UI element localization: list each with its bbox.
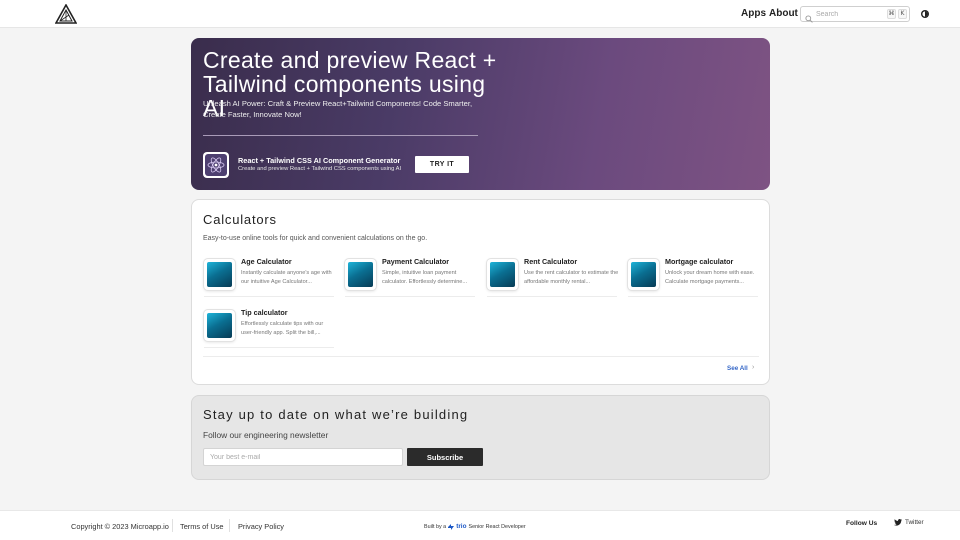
twitter-link[interactable]: Twitter	[894, 519, 924, 526]
built-by-credit[interactable]: Built by a trio Senior React Developer	[424, 523, 526, 530]
generator-title[interactable]: React + Tailwind CSS AI Component Genera…	[238, 156, 400, 165]
search-box[interactable]: ⌘ K	[800, 6, 910, 23]
calculator-app-icon	[487, 259, 518, 290]
section-divider	[203, 356, 759, 357]
tool-description: Simple, intuitive loan payment calculato…	[382, 270, 468, 285]
moon-icon	[921, 10, 929, 18]
tool-card-mortgage-calculator[interactable]: Mortgage calculator Unlock your dream ho…	[628, 257, 758, 297]
nav-apps-link[interactable]: Apps	[741, 8, 766, 19]
footer-separator	[229, 519, 230, 532]
trio-brand: trio	[456, 523, 467, 530]
terms-link[interactable]: Terms of Use	[180, 522, 224, 531]
theme-toggle-button[interactable]	[917, 6, 933, 22]
newsletter-title: Stay up to date on what we’re building	[203, 407, 469, 422]
generator-subtitle: Create and preview React + Tailwind CSS …	[238, 166, 402, 172]
subscribe-button[interactable]: Subscribe	[407, 448, 483, 466]
top-navbar: Apps About ⌘ K	[0, 0, 960, 28]
newsletter-section: Stay up to date on what we’re building F…	[191, 395, 770, 480]
newsletter-subtitle: Follow our engineering newsletter	[203, 430, 329, 440]
search-icon	[805, 10, 813, 23]
email-field[interactable]	[203, 448, 403, 466]
trio-logo-icon	[448, 523, 455, 530]
follow-us-label: Follow Us	[846, 520, 878, 527]
tool-name: Age Calculator	[241, 257, 292, 266]
calculators-section: Calculators Easy-to-use online tools for…	[191, 199, 770, 385]
tool-card-payment-calculator[interactable]: Payment Calculator Simple, intuitive loa…	[345, 257, 475, 297]
nav-about-link[interactable]: About	[769, 8, 798, 19]
built-by-suffix: Senior React Developer	[468, 523, 526, 530]
privacy-link[interactable]: Privacy Policy	[238, 522, 284, 531]
triangle-logo-icon[interactable]	[54, 3, 78, 24]
try-it-button[interactable]: TRY IT	[415, 156, 469, 173]
footer-separator	[172, 519, 173, 532]
shortcut-k-key: K	[898, 9, 907, 19]
see-all-link[interactable]: See All	[727, 365, 748, 372]
tool-description: Use the rent calculator to estimate the …	[524, 270, 619, 285]
calculator-app-icon	[628, 259, 659, 290]
calculators-title: Calculators	[203, 212, 277, 227]
search-input[interactable]	[816, 8, 884, 20]
tool-description: Effortlessly calculate tips with our use…	[241, 321, 324, 336]
react-ai-icon	[203, 152, 229, 178]
tool-name: Payment Calculator	[382, 257, 450, 266]
tool-name: Tip calculator	[241, 308, 288, 317]
calculators-description: Easy-to-use online tools for quick and c…	[203, 235, 428, 242]
tool-card-tip-calculator[interactable]: Tip calculator Effortlessly calculate ti…	[204, 308, 334, 348]
tool-card-age-calculator[interactable]: Age Calculator Instantly calculate anyon…	[204, 257, 334, 297]
tool-name: Mortgage calculator	[665, 257, 734, 266]
tool-card-rent-calculator[interactable]: Rent Calculator Use the rent calculator …	[487, 257, 619, 297]
tool-description: Instantly calculate anyone's age with ou…	[241, 270, 332, 285]
tool-name: Rent Calculator	[524, 257, 578, 266]
shortcut-cmd-key: ⌘	[887, 9, 896, 19]
footer: Copyright © 2023 Microapp.io Terms of Us…	[0, 510, 960, 540]
chevron-right-icon: ›	[752, 364, 755, 371]
tool-description: Unlock your dream home with ease. Calcul…	[665, 270, 755, 285]
hero-divider	[203, 135, 478, 136]
copyright-text: Copyright © 2023 Microapp.io	[71, 522, 169, 531]
built-by-prefix: Built by a	[424, 523, 447, 530]
calculator-app-icon	[204, 310, 235, 341]
hero-subtitle: Unleash AI Power: Craft & Preview React+…	[203, 99, 473, 119]
twitter-label: Twitter	[905, 519, 924, 526]
hero-banner: Create and preview React + Tailwind comp…	[191, 38, 770, 190]
twitter-icon	[894, 519, 902, 526]
calculator-app-icon	[204, 259, 235, 290]
calculator-app-icon	[345, 259, 376, 290]
